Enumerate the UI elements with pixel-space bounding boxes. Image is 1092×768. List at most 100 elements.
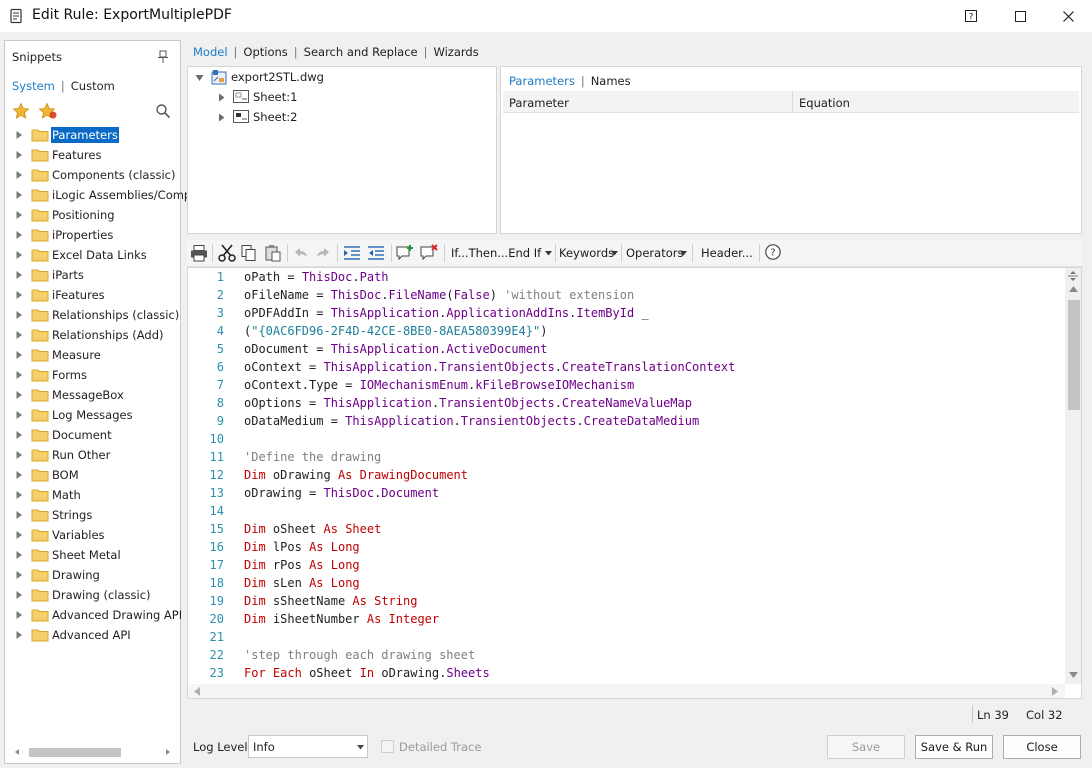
scroll-down-icon[interactable] (1069, 672, 1078, 678)
code-line[interactable]: 6 oContext = ThisApplication.TransientObj… (188, 358, 1064, 376)
snippet-folder-row[interactable]: iLogic Assemblies/Compon (5, 185, 206, 205)
log-level-select[interactable]: Info (248, 735, 368, 758)
snippet-folder-row[interactable]: Advanced Drawing API (5, 605, 182, 625)
model-sheet-2[interactable]: Sheet:2 (253, 110, 297, 124)
code-horizontal-scrollbar[interactable] (188, 684, 1065, 698)
code-line[interactable]: 10 (188, 430, 1064, 448)
expanded-arrow-icon[interactable] (195, 74, 204, 82)
code-line[interactable]: 13 oDrawing = ThisDoc.Document (188, 484, 1064, 502)
collapsed-arrow-icon[interactable] (15, 531, 23, 539)
collapsed-arrow-icon[interactable] (218, 113, 225, 122)
snippet-folder-row[interactable]: Positioning (5, 205, 180, 225)
help-icon[interactable]: ? (763, 243, 783, 261)
collapsed-arrow-icon[interactable] (15, 251, 23, 259)
tab-options[interactable]: Options (243, 45, 287, 59)
snippet-folder-row[interactable]: iParts (5, 265, 180, 285)
tab-search-and-replace[interactable]: Search and Replace (304, 45, 418, 59)
snippet-folder-row[interactable]: Measure (5, 345, 180, 365)
snippet-folder-row[interactable]: iProperties (5, 225, 180, 245)
favorite-star-icon[interactable] (12, 102, 30, 120)
snippet-folder-row[interactable]: Forms (5, 365, 180, 385)
add-favorite-icon[interactable] (38, 102, 58, 120)
snippet-folder-row[interactable]: Excel Data Links (5, 245, 180, 265)
model-root[interactable]: export2STL.dwg (231, 70, 324, 84)
search-icon[interactable] (155, 103, 171, 119)
code-line[interactable]: 22 'step through each drawing sheet (188, 646, 1064, 664)
snippet-folder-row[interactable]: Drawing (classic) (5, 585, 180, 605)
snippet-folder-row[interactable]: Relationships (classic) (5, 305, 180, 325)
snippet-folder-row[interactable]: Components (classic) (5, 165, 180, 185)
code-line[interactable]: 16 Dim lPos As Long (188, 538, 1064, 556)
column-equation[interactable]: Equation (792, 91, 850, 113)
collapsed-arrow-icon[interactable] (15, 131, 23, 139)
snippet-folder-row[interactable]: Log Messages (5, 405, 180, 425)
code-line[interactable]: 9 oDataMedium = ThisApplication.Transient… (188, 412, 1064, 430)
split-icon[interactable] (1067, 270, 1079, 282)
code-line[interactable]: 8 oOptions = ThisApplication.TransientObj… (188, 394, 1064, 412)
snippet-folder-row[interactable]: Relationships (Add) (5, 325, 180, 345)
model-sheet-1[interactable]: Sheet:1 (253, 90, 297, 104)
code-line[interactable]: 21 (188, 628, 1064, 646)
keywords-menu[interactable]: Keywords (559, 246, 614, 260)
add-comment-icon[interactable] (395, 244, 415, 262)
tab-system[interactable]: System (12, 79, 55, 93)
collapsed-arrow-icon[interactable] (15, 471, 23, 479)
snippet-folder-row[interactable]: Drawing (5, 565, 180, 585)
collapsed-arrow-icon[interactable] (15, 231, 23, 239)
snippet-folder-row[interactable]: MessageBox (5, 385, 180, 405)
code-line[interactable]: 5 oDocument = ThisApplication.ActiveDocum… (188, 340, 1064, 358)
code-line[interactable]: 14 (188, 502, 1064, 520)
column-parameter[interactable]: Parameter (509, 96, 569, 110)
paste-icon[interactable] (263, 244, 283, 262)
collapsed-arrow-icon[interactable] (15, 511, 23, 519)
snippets-horizontal-scrollbar[interactable] (9, 745, 176, 759)
code-vertical-scrollbar[interactable] (1065, 268, 1081, 684)
code-line[interactable]: 12 Dim oDrawing As DrawingDocument (188, 466, 1064, 484)
collapsed-arrow-icon[interactable] (15, 411, 23, 419)
close-window-button[interactable] (1045, 0, 1091, 32)
copy-icon[interactable] (239, 244, 259, 262)
snippet-folder-row[interactable]: iFeatures (5, 285, 180, 305)
collapsed-arrow-icon[interactable] (15, 371, 23, 379)
code-line[interactable]: 17 Dim rPos As Long (188, 556, 1064, 574)
code-line[interactable]: 20 Dim iSheetNumber As Integer (188, 610, 1064, 628)
code-editor[interactable]: 1 oPath = ThisDoc.Path 2 oFileName = ThisDo… (187, 267, 1082, 699)
collapsed-arrow-icon[interactable] (15, 611, 23, 619)
save-button[interactable]: Save (827, 735, 905, 759)
cut-icon[interactable] (217, 244, 237, 262)
collapsed-arrow-icon[interactable] (15, 631, 23, 639)
remove-comment-icon[interactable] (419, 244, 439, 262)
code-line[interactable]: 2 oFileName = ThisDoc.FileName(False) 'wi… (188, 286, 1064, 304)
vertical-scroll-thumb[interactable] (1068, 300, 1080, 410)
collapsed-arrow-icon[interactable] (15, 591, 23, 599)
collapsed-arrow-icon[interactable] (15, 311, 23, 319)
snippet-folder-row[interactable]: Parameters (5, 125, 180, 145)
snippet-folder-row[interactable]: Run Other (5, 445, 180, 465)
save-and-run-button[interactable]: Save & Run (915, 735, 993, 759)
collapsed-arrow-icon[interactable] (15, 491, 23, 499)
collapsed-arrow-icon[interactable] (15, 271, 23, 279)
scroll-right-icon[interactable] (1052, 687, 1058, 696)
snippet-folder-row[interactable]: BOM (5, 465, 180, 485)
code-line[interactable]: 3 oPDFAddIn = ThisApplication.Application… (188, 304, 1064, 322)
collapsed-arrow-icon[interactable] (218, 93, 225, 102)
snippet-folder-row[interactable]: Math (5, 485, 180, 505)
code-line[interactable]: 18 Dim sLen As Long (188, 574, 1064, 592)
code-line[interactable]: 23 For Each oSheet In oDrawing.Sheets (188, 664, 1064, 682)
tab-parameters[interactable]: Parameters (509, 74, 575, 88)
tab-names[interactable]: Names (591, 74, 631, 88)
code-line[interactable]: 1 oPath = ThisDoc.Path (188, 268, 1064, 286)
collapsed-arrow-icon[interactable] (15, 551, 23, 559)
collapsed-arrow-icon[interactable] (15, 451, 23, 459)
indent-icon[interactable] (342, 244, 362, 262)
collapsed-arrow-icon[interactable] (15, 291, 23, 299)
collapsed-arrow-icon[interactable] (15, 191, 23, 199)
collapsed-arrow-icon[interactable] (15, 431, 23, 439)
scroll-up-icon[interactable] (1069, 286, 1078, 292)
collapsed-arrow-icon[interactable] (15, 171, 23, 179)
snippet-folder-row[interactable]: Sheet Metal (5, 545, 180, 565)
collapsed-arrow-icon[interactable] (15, 391, 23, 399)
snippet-folder-row[interactable]: Document (5, 425, 180, 445)
help-button[interactable]: ? (948, 0, 994, 32)
detailed-trace-checkbox[interactable] (381, 740, 394, 753)
